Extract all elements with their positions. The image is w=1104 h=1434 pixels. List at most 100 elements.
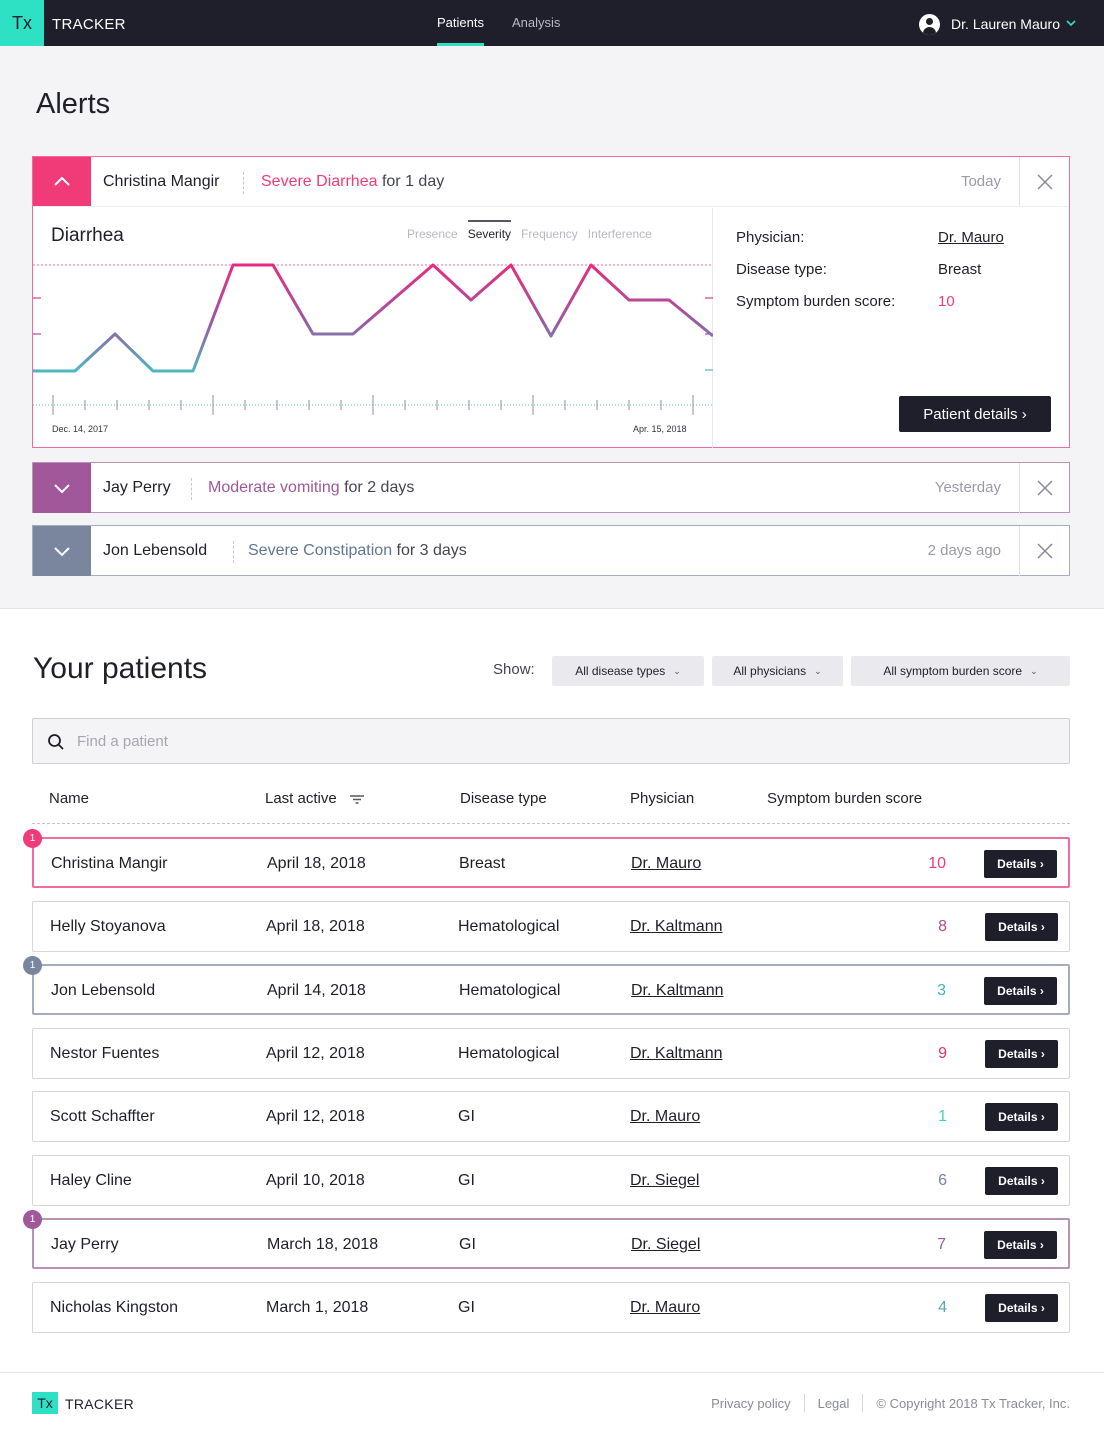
- table-row[interactable]: Scott Schaffter April 12, 2018 GI Dr. Ma…: [32, 1091, 1070, 1142]
- patient-search[interactable]: [32, 718, 1070, 764]
- patient-name[interactable]: Nicholas Kingston: [50, 1283, 178, 1332]
- patient-name[interactable]: Nestor Fuentes: [50, 1029, 159, 1078]
- last-active: April 12, 2018: [266, 1045, 365, 1062]
- alert-patient-name[interactable]: Jon Lebensold: [103, 526, 207, 576]
- patient-name[interactable]: Jay Perry: [51, 1220, 119, 1269]
- column-header-last-active[interactable]: Last active: [265, 790, 364, 807]
- severity-line-chart: [33, 263, 713, 415]
- alert-duration: for 3 days: [396, 542, 467, 559]
- close-icon: [1036, 543, 1053, 559]
- filter-disease-type[interactable]: All disease types ⌄: [552, 656, 704, 686]
- footer-logo-mark[interactable]: Tx: [32, 1392, 58, 1414]
- column-header-physician[interactable]: Physician: [630, 790, 694, 807]
- table-row[interactable]: Nicholas Kingston March 1, 2018 GI Dr. M…: [32, 1282, 1070, 1333]
- dismiss-alert-button[interactable]: [1019, 463, 1069, 513]
- column-header-symptom-score[interactable]: Symptom burden score: [767, 790, 922, 807]
- column-header-name[interactable]: Name: [49, 790, 89, 807]
- patient-name[interactable]: Scott Schaffter: [50, 1092, 155, 1141]
- close-icon: [1036, 480, 1053, 496]
- patient-name[interactable]: Haley Cline: [50, 1156, 132, 1205]
- chevron-down-icon: ⌄: [673, 665, 681, 676]
- expand-alert-button[interactable]: [33, 526, 91, 576]
- patients-title: Your patients: [33, 652, 208, 685]
- alert-card-christina-mangir: Christina Mangir Severe Diarrhea for 1 d…: [32, 156, 1070, 448]
- alert-condition: Moderate vomiting: [208, 479, 340, 496]
- physician-link[interactable]: Dr. Mauro: [938, 229, 1004, 246]
- details-button[interactable]: Details ›: [985, 913, 1058, 941]
- alert-patient-name[interactable]: Christina Mangir: [103, 157, 219, 207]
- details-button[interactable]: Details ›: [984, 1231, 1057, 1259]
- alerts-section: Alerts Christina Mangir Severe Diarrhea …: [0, 46, 1104, 609]
- alert-card-jon-lebensold: Jon Lebensold Severe Constipation for 3 …: [32, 525, 1070, 576]
- physician-link[interactable]: Dr. Kaltmann: [631, 966, 723, 1015]
- filter-symptom-score[interactable]: All symptom burden score ⌄: [851, 656, 1070, 686]
- details-button[interactable]: Details ›: [985, 1103, 1058, 1131]
- details-button[interactable]: Details ›: [985, 1167, 1058, 1195]
- table-row[interactable]: 1 Jon Lebensold April 14, 2018 Hematolog…: [23, 956, 1070, 1015]
- chart-tab-presence[interactable]: Presence: [407, 227, 458, 241]
- nav-tab-analysis[interactable]: Analysis: [512, 0, 560, 46]
- physician-link[interactable]: Dr. Siegel: [630, 1156, 699, 1205]
- severity-line: [33, 263, 713, 373]
- symptom-score: 4: [938, 1299, 947, 1316]
- symptom-score: 3: [937, 982, 946, 999]
- details-button[interactable]: Details ›: [984, 977, 1057, 1005]
- chart-tab-interference[interactable]: Interference: [588, 227, 652, 241]
- physician-link[interactable]: Dr. Kaltmann: [630, 1029, 722, 1078]
- column-header-disease-type[interactable]: Disease type: [460, 790, 547, 807]
- physician-link[interactable]: Dr. Mauro: [630, 1283, 700, 1332]
- symptom-chart: Diarrhea Presence Severity Frequency Int…: [33, 208, 713, 448]
- table-row[interactable]: Haley Cline April 10, 2018 GI Dr. Siegel…: [32, 1155, 1070, 1206]
- privacy-policy-link[interactable]: Privacy policy: [711, 1396, 790, 1411]
- filter-label: All symptom burden score: [883, 664, 1023, 678]
- user-menu[interactable]: Dr. Lauren Mauro: [919, 12, 1076, 36]
- symptom-score-value: 10: [938, 293, 955, 310]
- physician-link[interactable]: Dr. Siegel: [631, 1220, 700, 1269]
- table-row[interactable]: 1 Christina Mangir April 18, 2018 Breast…: [23, 829, 1070, 888]
- nav-tab-patients[interactable]: Patients: [437, 0, 484, 46]
- patient-name[interactable]: Helly Stoyanova: [50, 902, 166, 951]
- chart-tab-frequency[interactable]: Frequency: [521, 227, 578, 241]
- copyright-text: © Copyright 2018 Tx Tracker, Inc.: [876, 1395, 1070, 1411]
- dismiss-alert-button[interactable]: [1019, 157, 1069, 206]
- search-input[interactable]: [77, 719, 1057, 763]
- last-active: April 10, 2018: [266, 1172, 365, 1189]
- patient-name[interactable]: Jon Lebensold: [51, 966, 155, 1015]
- physician-link[interactable]: Dr. Kaltmann: [630, 902, 722, 951]
- details-button[interactable]: Details ›: [985, 1040, 1058, 1068]
- alert-message: Moderate vomiting for 2 days: [208, 463, 414, 513]
- filter-label: All disease types: [575, 664, 666, 678]
- details-button[interactable]: Details ›: [984, 850, 1057, 878]
- alert-time: 2 days ago: [927, 542, 1001, 559]
- footer-divider: [0, 1372, 1104, 1373]
- alert-patient-name[interactable]: Jay Perry: [103, 463, 171, 513]
- table-row[interactable]: Nestor Fuentes April 12, 2018 Hematologi…: [32, 1028, 1070, 1079]
- alert-header[interactable]: Jay Perry Moderate vomiting for 2 days Y…: [33, 463, 1069, 513]
- logo-text[interactable]: TRACKER: [52, 0, 126, 50]
- table-row[interactable]: 1 Jay Perry March 18, 2018 GI Dr. Siegel…: [23, 1210, 1070, 1269]
- legal-link[interactable]: Legal: [818, 1396, 850, 1411]
- patient-name[interactable]: Christina Mangir: [51, 839, 167, 888]
- alert-header[interactable]: Jon Lebensold Severe Constipation for 3 …: [33, 526, 1069, 576]
- sort-icon: [349, 795, 364, 804]
- search-icon: [48, 734, 64, 750]
- dismiss-alert-button[interactable]: [1019, 526, 1069, 576]
- footer-logo-text[interactable]: TRACKER: [65, 1396, 134, 1412]
- divider: [862, 1394, 864, 1412]
- physician-link[interactable]: Dr. Mauro: [631, 839, 701, 888]
- disease-type-label: Disease type:: [736, 261, 827, 278]
- filter-physician[interactable]: All physicians ⌄: [712, 656, 843, 686]
- logo-mark[interactable]: Tx: [0, 0, 44, 46]
- patient-info-panel: Physician: Dr. Mauro Disease type: Breas…: [713, 208, 1069, 448]
- chevron-down-icon: [54, 546, 70, 556]
- details-button[interactable]: Details ›: [985, 1294, 1058, 1322]
- alert-header[interactable]: Christina Mangir Severe Diarrhea for 1 d…: [33, 157, 1069, 207]
- collapse-alert-button[interactable]: [33, 157, 91, 206]
- chevron-down-icon: [54, 483, 70, 493]
- patient-details-button[interactable]: Patient details ›: [899, 396, 1051, 432]
- chart-tab-severity[interactable]: Severity: [467, 220, 512, 241]
- table-row[interactable]: Helly Stoyanova April 18, 2018 Hematolog…: [32, 901, 1070, 952]
- physician-link[interactable]: Dr. Mauro: [630, 1092, 700, 1141]
- alert-badge: 1: [23, 1210, 42, 1229]
- expand-alert-button[interactable]: [33, 463, 91, 513]
